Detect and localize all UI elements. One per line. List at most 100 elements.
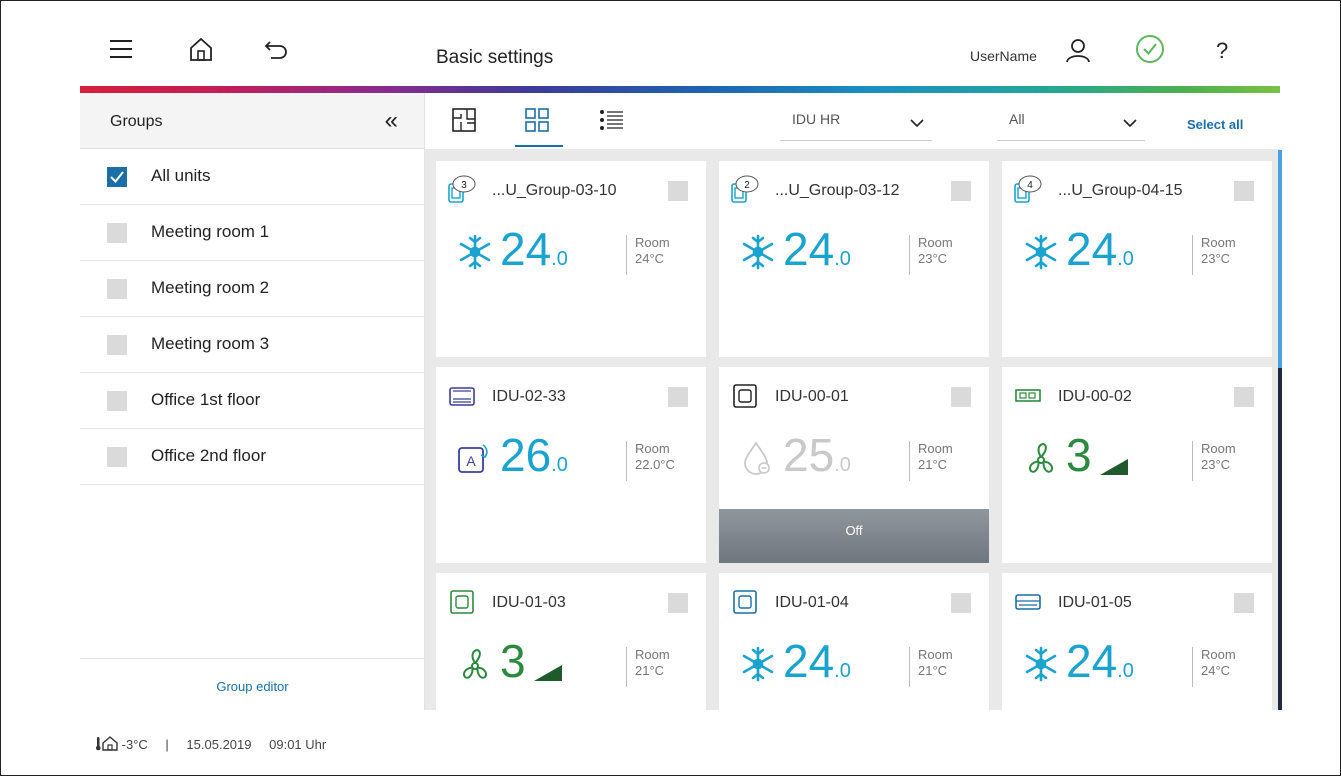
- unit-card[interactable]: IDU-01-03 3 Room 21°C: [436, 573, 706, 713]
- unit-checkbox[interactable]: [1234, 387, 1254, 407]
- room-label: Room: [1201, 647, 1236, 662]
- room-temp-value: 24°C: [1201, 663, 1231, 678]
- grid-view-icon[interactable]: [522, 105, 552, 135]
- setpoint-integer: 24: [783, 223, 835, 275]
- unit-card[interactable]: 4 ...U_Group-04-15 24.0 Room 23°C: [1002, 161, 1272, 357]
- group-label: Meeting room 3: [151, 334, 270, 353]
- unit-off-status[interactable]: Off: [719, 509, 989, 563]
- room-label: Room: [918, 441, 953, 456]
- setpoint-decimal: .0: [551, 454, 568, 476]
- group-label: Office 2nd floor: [151, 446, 266, 465]
- unit-card[interactable]: IDU-01-04 24.0 Room 21°C: [719, 573, 989, 713]
- unit-card[interactable]: 3 ...U_Group-03-10 24.0 Room 24°C: [436, 161, 706, 357]
- group-item-meeting-room-1[interactable]: Meeting room 1: [80, 205, 424, 261]
- indoor-unit-icon: [730, 587, 760, 617]
- unit-group-icon: 4: [1013, 175, 1043, 205]
- room-label: Room: [918, 235, 953, 250]
- user-icon[interactable]: [1065, 37, 1091, 63]
- setpoint-decimal: .0: [551, 248, 568, 270]
- floorplan-view-icon[interactable]: [449, 105, 479, 135]
- collapse-panel-icon[interactable]: «: [385, 107, 398, 135]
- group-label: All units: [151, 166, 211, 185]
- group-label: Meeting room 1: [151, 222, 270, 241]
- group-item-all-units[interactable]: All units: [80, 149, 424, 205]
- unit-card[interactable]: IDU-00-01 25.0 Room 21°C Off: [719, 367, 989, 563]
- unit-group-icon: 2: [730, 175, 760, 205]
- unit-setpoint-row: 25.0 Room 21°C: [739, 429, 979, 483]
- setpoint-decimal: .0: [1117, 248, 1134, 270]
- back-icon[interactable]: [263, 36, 289, 62]
- room-temperature: Room 21°C: [909, 647, 953, 687]
- group-checkbox[interactable]: [107, 279, 127, 299]
- unit-checkbox[interactable]: [1234, 593, 1254, 613]
- home-icon[interactable]: [188, 36, 214, 62]
- chevron-down-icon: [910, 119, 924, 128]
- setpoint-integer: 24: [783, 635, 835, 687]
- indoor-unit-icon: [1013, 587, 1043, 617]
- username-label: UserName: [970, 48, 1037, 64]
- unit-checkbox[interactable]: [951, 593, 971, 613]
- list-view-icon[interactable]: [596, 105, 626, 135]
- room-temperature: Room 23°C: [1192, 441, 1236, 481]
- help-icon[interactable]: ?: [1216, 38, 1228, 64]
- setpoint-temperature: 3: [500, 631, 526, 701]
- room-label: Room: [1201, 441, 1236, 456]
- room-temperature: Room 24°C: [1192, 647, 1236, 687]
- fan-speed-icon: [534, 665, 562, 681]
- unit-setpoint-row: A 26.0 Room 22.0°C: [456, 429, 696, 483]
- unit-card[interactable]: IDU-02-33 A 26.0 Room 22.0°C: [436, 367, 706, 563]
- unit-checkbox[interactable]: [668, 593, 688, 613]
- setpoint-integer: 25: [783, 429, 835, 481]
- unit-name: IDU-02-33: [492, 388, 566, 405]
- unit-card[interactable]: IDU-01-05 24.0 Room 24°C: [1002, 573, 1272, 713]
- unit-checkbox[interactable]: [668, 181, 688, 201]
- setpoint-integer: 3: [1066, 429, 1092, 481]
- room-temperature: Room 21°C: [909, 441, 953, 481]
- setpoint-temperature: 24.0: [783, 631, 851, 701]
- unit-checkbox[interactable]: [1234, 181, 1254, 201]
- menu-icon[interactable]: [108, 36, 134, 62]
- group-item-meeting-room-2[interactable]: Meeting room 2: [80, 261, 424, 317]
- scrollbar-thumb[interactable]: [1278, 150, 1282, 368]
- group-checkbox[interactable]: [107, 335, 127, 355]
- groups-footer: Group editor: [80, 658, 425, 710]
- unit-card[interactable]: IDU-00-02 3 Room 23°C: [1002, 367, 1272, 563]
- check-circle-icon[interactable]: [1135, 34, 1165, 64]
- unit-card[interactable]: 2 ...U_Group-03-12 24.0 Room 23°C: [719, 161, 989, 357]
- cool-mode-icon: [456, 233, 494, 271]
- group-label: Office 1st floor: [151, 390, 261, 409]
- unit-name: ...U_Group-04-15: [1058, 182, 1183, 199]
- group-editor-link[interactable]: Group editor: [80, 679, 425, 694]
- select-all-button[interactable]: Select all: [1187, 117, 1243, 132]
- setpoint-temperature: 24.0: [1066, 219, 1134, 289]
- unit-type-value: IDU HR: [792, 111, 841, 127]
- indoor-unit-icon: [447, 381, 477, 411]
- outdoor-temperature-icon: [95, 736, 118, 751]
- group-checkbox[interactable]: [107, 223, 127, 243]
- group-checkbox[interactable]: [107, 391, 127, 411]
- outside-temperature: -3°C: [121, 737, 148, 752]
- unit-setpoint-row: 24.0 Room 24°C: [1022, 635, 1262, 689]
- dry-mode-icon: [739, 439, 777, 477]
- setpoint-integer: 24: [500, 223, 552, 275]
- unit-name: IDU-01-05: [1058, 594, 1132, 611]
- unit-type-dropdown[interactable]: IDU HR: [780, 107, 932, 141]
- unit-checkbox[interactable]: [951, 387, 971, 407]
- filter-dropdown[interactable]: All: [997, 107, 1145, 141]
- fan-mode-icon: [1022, 439, 1060, 477]
- unit-checkbox[interactable]: [951, 181, 971, 201]
- scrollbar[interactable]: [1278, 150, 1282, 710]
- group-item-office-1st-floor[interactable]: Office 1st floor: [80, 373, 424, 429]
- room-temperature: Room 21°C: [626, 647, 670, 687]
- setpoint-decimal: .0: [1117, 660, 1134, 682]
- top-bar: Basic settings UserName ?: [80, 0, 1280, 90]
- room-label: Room: [918, 647, 953, 662]
- svg-text:A: A: [466, 453, 476, 469]
- unit-checkbox[interactable]: [668, 387, 688, 407]
- group-checkbox[interactable]: [107, 447, 127, 467]
- group-item-meeting-room-3[interactable]: Meeting room 3: [80, 317, 424, 373]
- group-item-office-2nd-floor[interactable]: Office 2nd floor: [80, 429, 424, 485]
- group-checkbox[interactable]: [107, 167, 127, 187]
- unit-name: IDU-00-02: [1058, 388, 1132, 405]
- cool-mode-icon: [739, 645, 777, 683]
